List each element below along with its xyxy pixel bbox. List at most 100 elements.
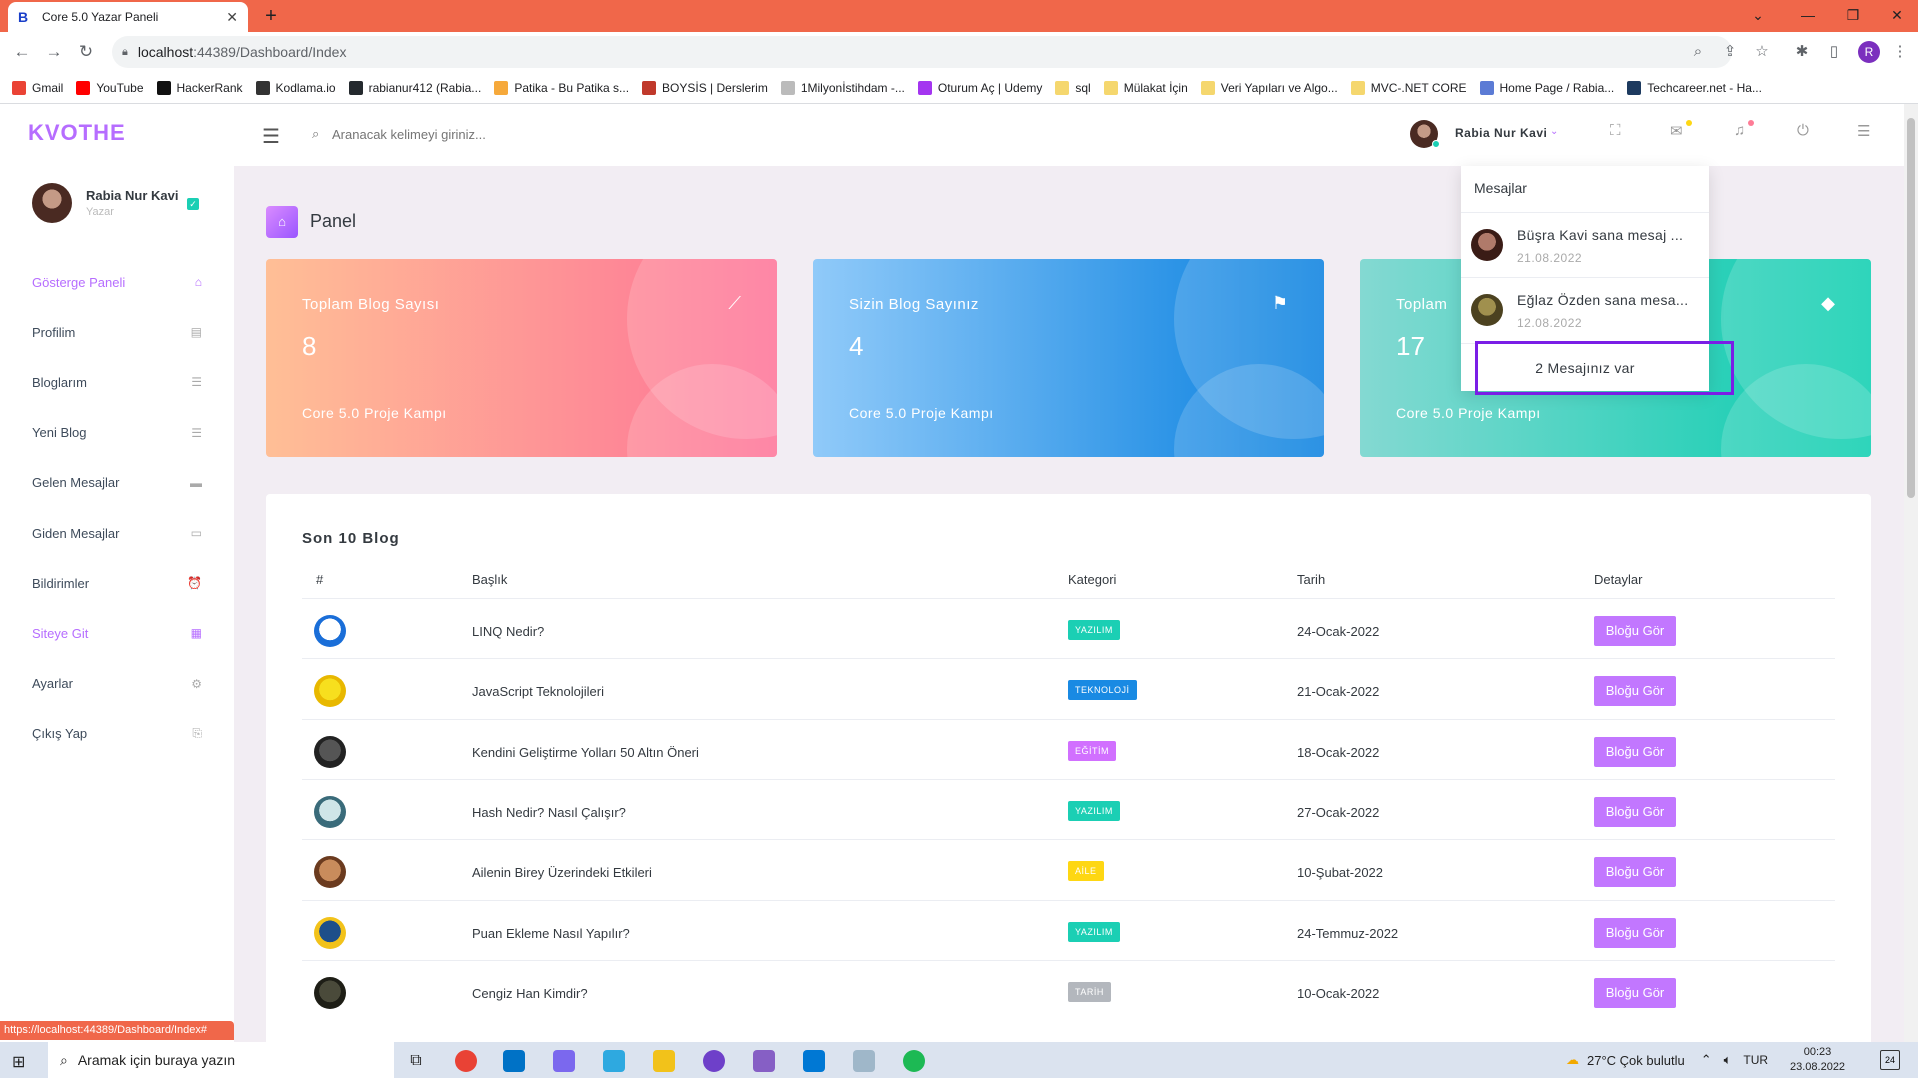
- vscode-icon[interactable]: [803, 1050, 825, 1072]
- notification-center-icon[interactable]: 24: [1880, 1050, 1900, 1070]
- bookmark-item[interactable]: sql: [1055, 80, 1091, 95]
- hamburger-menu-icon[interactable]: ☰: [262, 124, 280, 149]
- sidebar-item[interactable]: Profilim ▤: [32, 322, 202, 342]
- app-icon[interactable]: [553, 1050, 575, 1072]
- bootstrap-icon: B: [18, 9, 29, 25]
- message-item[interactable]: Eğlaz Özden sana mesa... 12.08.2022: [1461, 277, 1709, 341]
- zoom-icon[interactable]: ⌕: [1686, 40, 1710, 64]
- restore-button[interactable]: ❐: [1830, 0, 1876, 30]
- bookmark-item[interactable]: MVC-.NET CORE: [1350, 80, 1467, 95]
- bookmark-item[interactable]: rabianur412 (Rabia...: [348, 80, 481, 95]
- envelope-icon[interactable]: ✉: [1670, 122, 1683, 140]
- url-field[interactable]: 🔒︎ localhost:44389/Dashboard/Index: [112, 36, 1732, 68]
- weather-icon: ☁: [1566, 1052, 1579, 1067]
- browser-tab[interactable]: B Core 5.0 Yazar Paneli ✕: [8, 2, 248, 32]
- bookmark-item[interactable]: Oturum Aç | Udemy: [917, 80, 1042, 95]
- bookmark-item[interactable]: YouTube: [76, 80, 144, 95]
- sidebar-item[interactable]: Ayarlar ⚙: [32, 674, 202, 694]
- bookmark-item[interactable]: HackerRank: [156, 80, 243, 95]
- bookmark-label: 1Milyonİstihdam -...: [800, 80, 905, 95]
- view-blog-button[interactable]: Bloğu Gör: [1594, 857, 1676, 888]
- sidebar-item[interactable]: Giden Mesajlar ▭: [32, 523, 202, 543]
- windows-start-icon[interactable]: ⊞: [12, 1052, 25, 1072]
- sidebar-item[interactable]: Siteye Git ▦: [32, 623, 202, 643]
- snip-icon[interactable]: [603, 1050, 625, 1072]
- view-blog-button[interactable]: Bloğu Gör: [1594, 977, 1676, 1008]
- mail-app-icon[interactable]: [503, 1050, 525, 1072]
- chevron-down-icon[interactable]: ⌄: [1550, 126, 1558, 137]
- stat-card-subtitle: Core 5.0 Proje Kampı: [302, 405, 447, 421]
- share-icon[interactable]: ⇪: [1718, 40, 1742, 64]
- task-view-icon[interactable]: ⧉: [405, 1050, 427, 1072]
- search-input[interactable]: [332, 122, 632, 146]
- bookmark-star-icon[interactable]: ☆: [1750, 40, 1774, 64]
- view-blog-button[interactable]: Bloğu Gör: [1594, 616, 1676, 646]
- online-status-dot: [1432, 140, 1440, 148]
- volume-icon[interactable]: 🔈︎: [1724, 1052, 1732, 1068]
- back-button[interactable]: ←: [6, 42, 38, 62]
- weather-text[interactable]: 27°C Çok bulutlu: [1587, 1053, 1685, 1068]
- bookmark-item[interactable]: Kodlama.io: [255, 80, 336, 95]
- chevron-up-icon[interactable]: ⌃: [1701, 1052, 1712, 1068]
- search-icon: ⌕: [312, 126, 320, 141]
- list-icon: ☰: [191, 375, 202, 390]
- tab-search-chevron-icon[interactable]: ⌄: [1735, 0, 1781, 30]
- profile-avatar[interactable]: R: [1858, 41, 1880, 63]
- reload-button[interactable]: ↻: [70, 42, 102, 62]
- spotify-icon[interactable]: [903, 1050, 925, 1072]
- forward-button[interactable]: →: [38, 42, 70, 62]
- bookmark-item[interactable]: BOYSİS | Derslerim: [642, 80, 768, 95]
- bookmark-item[interactable]: Patika - Bu Patika s...: [494, 80, 629, 95]
- chrome-icon[interactable]: [455, 1050, 477, 1072]
- github-desktop-icon[interactable]: [703, 1050, 725, 1072]
- bell-icon[interactable]: ♫: [1734, 122, 1745, 139]
- sidebar-item[interactable]: Bildirimler ⏰: [32, 573, 202, 593]
- extensions-icon[interactable]: ✱: [1790, 40, 1814, 64]
- alarm-icon: ⏰: [187, 576, 202, 591]
- user-avatar[interactable]: [32, 183, 72, 223]
- language-indicator[interactable]: TUR: [1743, 1053, 1768, 1067]
- minimize-button[interactable]: —: [1785, 0, 1831, 30]
- sidebar-item[interactable]: Gelen Mesajlar ▬: [32, 473, 202, 493]
- blog-thumbnail: [314, 795, 346, 828]
- new-tab-button[interactable]: +: [258, 3, 284, 29]
- app-icon[interactable]: [853, 1050, 875, 1072]
- logout-icon: ⎘: [192, 726, 202, 741]
- message-item[interactable]: Büşra Kavi sana mesaj ... 21.08.2022: [1461, 212, 1709, 276]
- sidebar-item[interactable]: Yeni Blog ☰: [32, 423, 202, 443]
- bookmark-item[interactable]: Home Page / Rabia...: [1479, 80, 1614, 95]
- bookmark-item[interactable]: Veri Yapıları ve Algo...: [1200, 80, 1338, 95]
- bookmark-item[interactable]: Techcareer.net - Ha...: [1627, 80, 1762, 95]
- blog-title: Cengiz Han Kimdir?: [472, 985, 588, 1001]
- scrollbar-thumb[interactable]: [1907, 118, 1915, 498]
- power-icon[interactable]: ⏻: [1797, 122, 1809, 139]
- format-list-icon[interactable]: ☰: [1857, 122, 1870, 140]
- view-blog-button[interactable]: Bloğu Gör: [1594, 676, 1676, 707]
- bookmark-item[interactable]: 1Milyonİstihdam -...: [780, 80, 905, 95]
- clock-time: 00:23: [1803, 1046, 1832, 1058]
- view-blog-button[interactable]: Bloğu Gör: [1594, 917, 1676, 948]
- view-blog-button[interactable]: Bloğu Gör: [1594, 796, 1676, 827]
- bookmark-item[interactable]: Gmail: [12, 80, 63, 95]
- list-icon: ☰: [191, 425, 202, 440]
- view-blog-button[interactable]: Bloğu Gör: [1594, 736, 1676, 767]
- fullscreen-icon[interactable]: ⛶: [1610, 122, 1621, 139]
- taskbar-search[interactable]: ⌕ Aramak için buraya yazın: [48, 1042, 394, 1078]
- clock[interactable]: 00:23 23.08.2022: [1790, 1045, 1845, 1075]
- side-panel-icon[interactable]: ▯: [1822, 40, 1846, 64]
- sidebar-item[interactable]: Çıkış Yap ⎘: [32, 724, 202, 744]
- sidebar-item[interactable]: Gösterge Paneli ⌂: [32, 272, 202, 292]
- bookmark-item[interactable]: Mülakat İçin: [1103, 80, 1188, 95]
- visual-studio-icon[interactable]: [753, 1050, 775, 1072]
- column-header-title: Başlık: [472, 572, 508, 587]
- close-window-button[interactable]: ✕: [1874, 0, 1918, 30]
- file-explorer-icon[interactable]: [653, 1050, 675, 1072]
- blog-title: Ailenin Birey Üzerindeki Etkileri: [472, 865, 652, 881]
- blog-date: 24-Temmuz-2022: [1297, 925, 1399, 941]
- close-tab-icon[interactable]: ✕: [226, 9, 238, 26]
- table-row: JavaScript Teknolojileri TEKNOLOJİ 21-Ocak…: [302, 658, 1835, 718]
- sidebar-item[interactable]: Bloglarım ☰: [32, 372, 202, 392]
- app-logo[interactable]: KVOTHE: [28, 120, 126, 146]
- navbar-user-name[interactable]: Rabia Nur Kavi: [1455, 126, 1547, 140]
- browser-menu-icon[interactable]: ⋮: [1888, 40, 1912, 64]
